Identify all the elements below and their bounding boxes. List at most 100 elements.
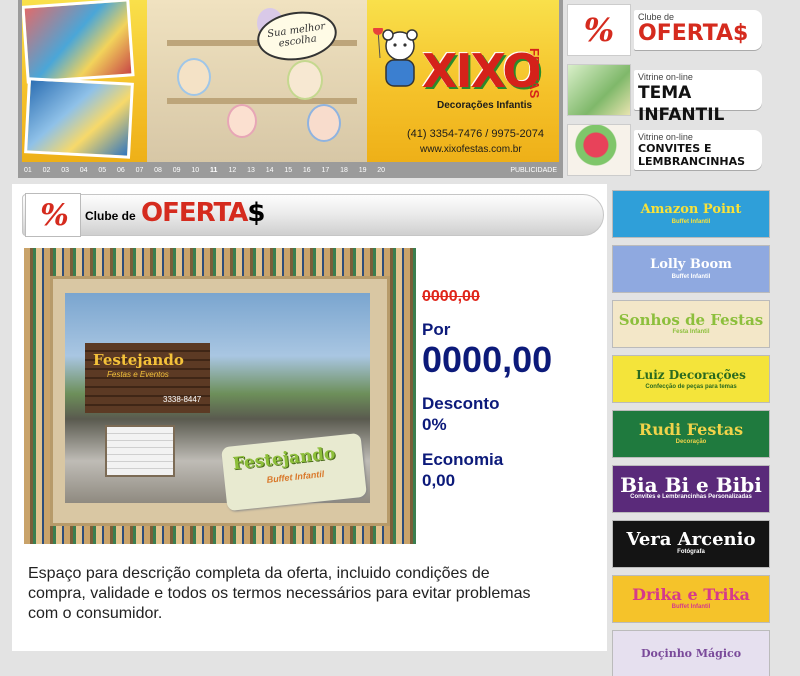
- banner-page-06[interactable]: 06: [117, 167, 136, 174]
- sponsor-name-text: Luiz Decorações: [636, 368, 746, 382]
- sponsor-tile[interactable]: Lolly Boom Buffet Infantil: [612, 245, 770, 293]
- banner-page-14[interactable]: 14: [266, 167, 285, 174]
- sign-phone: 3338-8447: [163, 395, 202, 404]
- sponsor-tile[interactable]: Drika e Trika Buffet Infantil: [612, 575, 770, 623]
- tinkerbell-thumb: [567, 64, 631, 116]
- banner-page-11[interactable]: 11: [210, 167, 229, 174]
- clube-ofertas-header: % Clube de OFERTA$: [22, 193, 604, 237]
- flowers-thumb: [567, 124, 631, 176]
- banner-page-19[interactable]: 19: [359, 167, 378, 174]
- economia-label: Economia: [422, 450, 504, 469]
- banner-page-03[interactable]: 03: [61, 167, 80, 174]
- price-block: 0000,00 Por 0000,00 Desconto 0% Economia…: [422, 288, 602, 492]
- sponsor-name-text: Doçinho Mágico: [640, 647, 742, 660]
- banner-page-20[interactable]: 20: [377, 167, 396, 174]
- banner-photos: [22, 0, 147, 162]
- doll-figure: [177, 58, 211, 96]
- sponsor-tile[interactable]: Bia Bi e Bibi Convites e Lembrancinhas Pe…: [612, 465, 770, 513]
- sponsor-subtitle: Decoração: [675, 439, 707, 445]
- sponsor-subtitle: Buffet Infantil: [671, 604, 711, 610]
- sponsor-name: Amazon Point Buffet Infantil: [641, 202, 742, 226]
- link-clube-de-ofertas[interactable]: % Clube de OFERTA$: [565, 0, 765, 58]
- sponsor-name: Rudi Festas Decoração: [639, 422, 743, 446]
- sponsor-tile[interactable]: Vera Arcenio Fotógrafa: [612, 520, 770, 568]
- banner-page-10[interactable]: 10: [191, 167, 210, 174]
- sign-subtitle: Festas e Eventos: [107, 370, 169, 379]
- desconto-label: Desconto: [422, 394, 500, 413]
- banner-page-18[interactable]: 18: [340, 167, 359, 174]
- banner-page-09[interactable]: 09: [173, 167, 192, 174]
- offer-panel: % Clube de OFERTA$ Festejando Festas e E…: [12, 184, 607, 651]
- tag-subtitle: Buffet Infantil: [266, 468, 325, 485]
- doll-figure: [227, 104, 257, 138]
- sponsor-tile[interactable]: Luiz Decorações Confecção de peças para t…: [612, 355, 770, 403]
- xixo-phone: (41) 3354-7476 / 9975-2074: [407, 128, 544, 140]
- old-price: 0000,00: [422, 288, 480, 305]
- sponsor-name-text: Amazon Point: [640, 202, 742, 217]
- doll-figure: [307, 104, 341, 142]
- offer-description: Espaço para descrição completa da oferta…: [28, 565, 531, 622]
- sponsor-name-text: Drika e Trika: [632, 585, 750, 604]
- ad-banner[interactable]: Sua melhor escolha XIXO FESTAS Decoraçõe…: [18, 0, 563, 178]
- banner-page-01[interactable]: 01: [24, 167, 43, 174]
- sponsor-name: Lolly Boom Buffet Infantil: [650, 257, 732, 281]
- party-photo-2: [24, 77, 134, 159]
- banner-page-02[interactable]: 02: [43, 167, 62, 174]
- ofertas-logo: %: [25, 193, 81, 237]
- banner-page-17[interactable]: 17: [322, 167, 341, 174]
- banner-image[interactable]: Sua melhor escolha XIXO FESTAS Decoraçõe…: [22, 0, 559, 162]
- publicidade-label: PUBLICIDADE: [510, 167, 557, 174]
- sponsor-subtitle: Buffet Infantil: [671, 274, 711, 280]
- sign-title: Festejando: [93, 351, 184, 369]
- sponsor-subtitle: Festa Infantil: [672, 329, 710, 335]
- sponsor-name: Doçinho Mágico: [641, 646, 741, 662]
- party-photo-1: [22, 0, 135, 84]
- doll-figure: [287, 60, 323, 100]
- sponsor-name: Drika e Trika Buffet Infantil: [632, 587, 750, 611]
- sponsor-tile[interactable]: Doçinho Mágico: [612, 630, 770, 676]
- link-label: Vitrine on-line TEMA INFANTIL: [634, 70, 762, 125]
- sponsor-name-text: Sonhos de Festas: [618, 311, 764, 329]
- banner-page-15[interactable]: 15: [284, 167, 303, 174]
- link-label: Clube de OFERTA$: [634, 10, 762, 50]
- banner-page-07[interactable]: 07: [136, 167, 155, 174]
- sponsor-subtitle: Convites e Lembrancinhas Personalizadas: [630, 494, 752, 500]
- teddy-bear-icon: [373, 28, 418, 87]
- link-small-text: Vitrine on-line: [638, 72, 693, 82]
- banner-page-05[interactable]: 05: [98, 167, 117, 174]
- sponsor-tile[interactable]: Amazon Point Buffet Infantil: [612, 190, 770, 238]
- ofertas-word: OFERTA: [141, 198, 248, 228]
- ofertas-logo-thumb: %: [567, 4, 631, 56]
- banner-page-13[interactable]: 13: [247, 167, 266, 174]
- sponsor-subtitle: Buffet Infantil: [671, 219, 711, 225]
- sponsor-subtitle: Confecção de peças para temas: [645, 384, 737, 390]
- economia-value: 0,00: [422, 471, 456, 490]
- venue-sign: Festejando Festas e Eventos 3338-8447: [85, 343, 210, 413]
- banner-page-08[interactable]: 08: [154, 167, 173, 174]
- link-small-text: Vitrine on-line: [638, 132, 693, 142]
- link-big-text: OFERTA$: [638, 21, 749, 46]
- link-label: Vitrine on-line CONVITES E LEMBRANCINHAS: [634, 130, 762, 170]
- sponsor-tile[interactable]: Sonhos de Festas Festa Infantil: [612, 300, 770, 348]
- banner-page-04[interactable]: 04: [80, 167, 99, 174]
- por-label: Por: [422, 320, 451, 339]
- clube-de-label: Clube de: [85, 209, 136, 223]
- shelf: [167, 98, 357, 104]
- sponsor-name: Vera Arcenio Fotógrafa: [627, 531, 756, 556]
- link-tema-infantil[interactable]: Vitrine on-line TEMA INFANTIL: [565, 60, 765, 125]
- banner-page-16[interactable]: 16: [303, 167, 322, 174]
- banner-pager: 01 02 03 04 05 06 07 08 09 10 11 12 13 14 15 16 17 18 19 20…: [18, 163, 563, 178]
- dollar-sign: $: [247, 198, 265, 228]
- desconto-value: 0%: [422, 415, 447, 434]
- ofertas-title: OFERTA$: [141, 198, 265, 228]
- xixo-subtitle: Decorações Infantis: [437, 100, 533, 111]
- garage-door: [105, 425, 175, 477]
- banner-page-12[interactable]: 12: [229, 167, 248, 174]
- percent-icon: %: [583, 11, 615, 49]
- new-price: 0000,00: [422, 339, 553, 380]
- link-convites-lembrancinhas[interactable]: Vitrine on-line CONVITES E LEMBRANCINHAS: [565, 120, 765, 178]
- sponsor-name-text: Lolly Boom: [650, 257, 732, 272]
- sponsor-tile[interactable]: Rudi Festas Decoração: [612, 410, 770, 458]
- offer-image[interactable]: Festejando Festas e Eventos 3338-8447 Fe…: [24, 248, 416, 544]
- xixo-url[interactable]: www.xixofestas.com.br: [420, 144, 522, 155]
